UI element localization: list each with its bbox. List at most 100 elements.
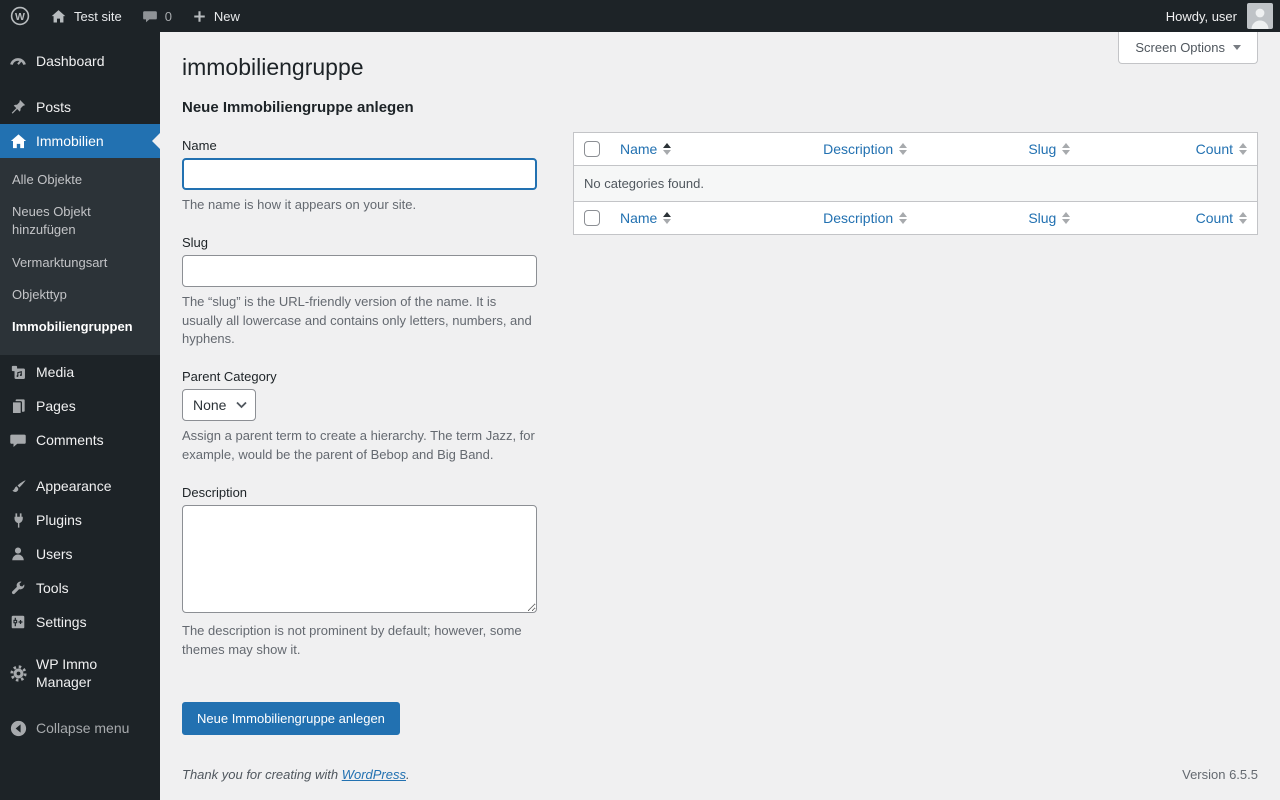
immobilien-submenu: Alle Objekte Neues Objekt hinzufügen Ver… — [0, 158, 160, 356]
sort-arrows-icon — [663, 142, 672, 155]
sort-arrows-icon — [1239, 142, 1247, 155]
sort-arrows-icon — [899, 142, 908, 155]
comment-bubble-icon — [142, 8, 158, 24]
site-name-label: Test site — [74, 8, 122, 24]
sidebar-item-users[interactable]: Users — [0, 537, 160, 571]
sidebar-item-immobilien[interactable]: Immobilien — [0, 124, 160, 158]
submenu-item-alle-objekte[interactable]: Alle Objekte — [0, 164, 160, 196]
select-all-checkbox[interactable] — [584, 209, 600, 226]
sidebar-item-pages[interactable]: Pages — [0, 389, 160, 423]
sort-arrows-icon — [1062, 211, 1071, 224]
description-label: Description — [182, 484, 248, 500]
name-input[interactable] — [182, 157, 537, 190]
sort-arrows-icon — [899, 211, 908, 224]
footer-thanks-text: Thank you for creating with WordPress. — [182, 767, 410, 782]
slug-help-text: The “slug” is the URL-friendly version o… — [182, 293, 532, 347]
screen-options-button[interactable]: Screen Options — [1118, 32, 1258, 64]
sidebar-item-media[interactable]: Media — [0, 355, 160, 389]
pin-icon — [0, 98, 36, 117]
table-footer-row: Name Description Slug Count — [573, 200, 1258, 235]
wrench-icon — [0, 579, 36, 597]
admin-footer: Thank you for creating with WordPress. V… — [182, 757, 1258, 788]
sort-by-count-link[interactable]: Count — [1196, 141, 1247, 157]
add-term-submit-button[interactable]: Neue Immobiliengruppe anlegen — [182, 701, 400, 735]
parent-category-help-text: Assign a parent term to create a hierarc… — [182, 428, 535, 463]
submenu-item-objekttyp[interactable]: Objekttyp — [0, 279, 160, 311]
table-header-row: Name Description Slug Count — [573, 132, 1258, 166]
terms-table-container: Name Description Slug Count No categorie… — [573, 131, 1258, 735]
sidebar-item-appearance[interactable]: Appearance — [0, 469, 160, 503]
sidebar-item-settings[interactable]: Settings — [0, 605, 160, 639]
brush-icon — [0, 477, 36, 496]
admin-bar-left: W Test site 0 New — [0, 0, 250, 32]
new-menu[interactable]: New — [182, 0, 250, 32]
house-icon — [0, 132, 36, 151]
menu-separator — [0, 457, 160, 469]
sidebar-item-posts[interactable]: Posts — [0, 90, 160, 124]
sort-by-slug-link[interactable]: Slug — [1028, 210, 1071, 226]
version-label: Version 6.5.5 — [1182, 767, 1258, 782]
account-menu[interactable]: Howdy, user — [1166, 0, 1280, 32]
gear-icon — [0, 664, 36, 683]
svg-text:W: W — [15, 11, 25, 23]
sidebar-item-tools[interactable]: Tools — [0, 571, 160, 605]
dashboard-icon — [0, 51, 36, 71]
sort-by-name-link[interactable]: Name — [620, 141, 672, 157]
home-icon — [50, 8, 67, 25]
plug-icon — [0, 511, 36, 530]
slug-label: Slug — [182, 234, 209, 250]
collapse-menu-button[interactable]: Collapse menu — [0, 712, 160, 746]
pages-icon — [0, 397, 36, 416]
name-field-group: Name The name is how it appears on your … — [182, 138, 537, 215]
empty-state-message: No categories found. — [573, 165, 1258, 202]
comment-icon — [0, 431, 36, 449]
submenu-item-neues-objekt[interactable]: Neues Objekt hinzufügen — [0, 196, 160, 246]
sort-by-count-link[interactable]: Count — [1196, 210, 1247, 226]
select-all-checkbox[interactable] — [584, 140, 600, 157]
comments-count: 0 — [164, 8, 172, 24]
wp-logo-menu[interactable]: W — [0, 0, 40, 32]
user-icon — [0, 545, 36, 563]
name-label: Name — [182, 137, 217, 153]
parent-category-label: Parent Category — [182, 369, 277, 385]
description-help-text: The description is not prominent by defa… — [182, 622, 522, 657]
menu-separator — [0, 639, 160, 651]
form-heading: Neue Immobiliengruppe anlegen — [182, 98, 414, 116]
comments-menu[interactable]: 0 — [132, 0, 182, 32]
sort-arrows-icon — [663, 211, 672, 224]
sidebar-item-wp-immo-manager[interactable]: WP Immo Manager — [0, 651, 160, 695]
sort-arrows-icon — [1239, 211, 1247, 224]
add-term-form: Neue Immobiliengruppe anlegen Name The n… — [182, 99, 537, 735]
sidebar-item-dashboard[interactable]: Dashboard — [0, 44, 160, 78]
collapse-arrow-icon — [0, 719, 36, 738]
sidebar-item-comments[interactable]: Comments — [0, 423, 160, 457]
wordpress-link[interactable]: WordPress — [342, 767, 406, 782]
sort-by-name-link[interactable]: Name — [620, 210, 672, 226]
settings-icon — [0, 613, 36, 631]
admin-bar: W Test site 0 New Howdy, user — [0, 0, 1280, 32]
media-icon — [0, 363, 36, 382]
wordpress-logo-icon: W — [10, 6, 30, 26]
howdy-label: Howdy, user — [1165, 8, 1237, 24]
menu-separator — [0, 78, 160, 90]
sort-arrows-icon — [1062, 142, 1071, 155]
site-name-menu[interactable]: Test site — [40, 0, 132, 32]
description-textarea[interactable] — [182, 504, 537, 613]
avatar — [1247, 3, 1273, 29]
slug-input[interactable] — [182, 254, 537, 287]
screen-options-label: Screen Options — [1135, 40, 1225, 55]
sort-by-description-link[interactable]: Description — [823, 210, 908, 226]
parent-category-group: Parent Category None Assign a parent ter… — [182, 369, 537, 465]
submenu-item-immobiliengruppen[interactable]: Immobiliengruppen — [0, 311, 160, 343]
chevron-down-icon — [1233, 45, 1241, 50]
slug-field-group: Slug The “slug” is the URL-friendly vers… — [182, 235, 537, 350]
empty-state-row: No categories found. — [573, 165, 1258, 202]
terms-table: Name Description Slug Count No categorie… — [573, 131, 1258, 235]
sort-by-slug-link[interactable]: Slug — [1028, 141, 1071, 157]
main-content: Screen Options immobiliengruppe Neue Imm… — [160, 32, 1280, 800]
new-label: New — [213, 8, 240, 24]
sidebar-item-plugins[interactable]: Plugins — [0, 503, 160, 537]
submenu-item-vermarktungsart[interactable]: Vermarktungsart — [0, 247, 160, 279]
sort-by-description-link[interactable]: Description — [823, 141, 908, 157]
parent-category-select[interactable]: None — [182, 389, 256, 422]
